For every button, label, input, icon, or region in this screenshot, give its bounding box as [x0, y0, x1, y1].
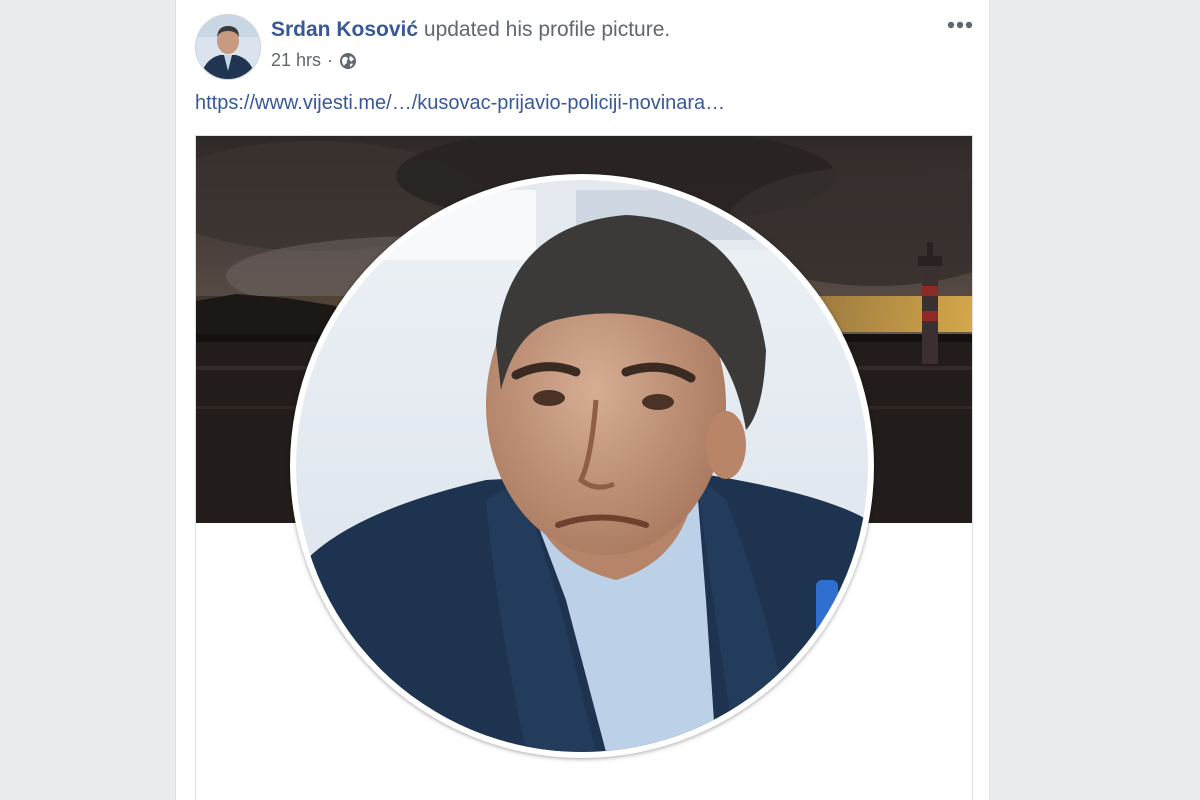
post-action-text: updated his profile picture.	[423, 18, 671, 41]
post-link[interactable]: https://www.vijesti.me/…/kusovac-prijavi…	[195, 92, 725, 115]
meta-separator: ·	[327, 50, 334, 70]
feed-post-card: Srdan Kosović updated his profile pictur…	[175, 0, 990, 800]
post-meta: 21 hrs ·	[271, 50, 357, 71]
profile-picture-frame[interactable]	[290, 174, 874, 758]
profile-update-media[interactable]	[195, 135, 973, 800]
post-header: Srdan Kosović updated his profile pictur…	[271, 18, 670, 42]
author-name-link[interactable]: Srdan Kosović	[271, 18, 418, 41]
author-avatar[interactable]	[195, 14, 261, 80]
avatar-image	[196, 15, 260, 79]
globe-icon[interactable]	[339, 52, 357, 70]
more-options-button[interactable]	[945, 14, 975, 36]
profile-picture	[296, 180, 868, 752]
post-timestamp[interactable]: 21 hrs	[271, 50, 321, 71]
ellipsis-icon	[947, 21, 973, 29]
